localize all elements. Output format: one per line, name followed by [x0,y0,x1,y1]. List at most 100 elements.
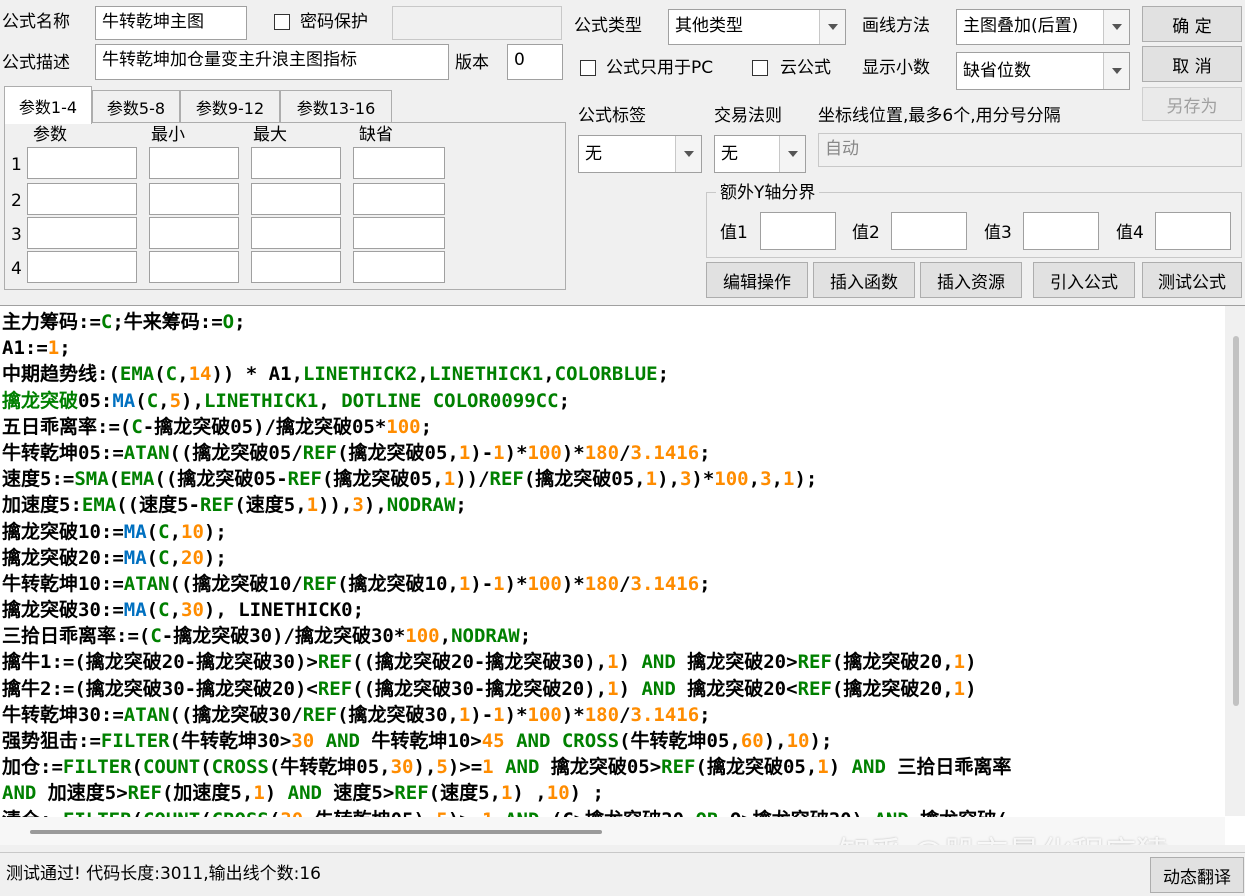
code-line[interactable]: AND 加速度5>REF(加速度5,1) AND 速度5>REF(速度5,1) … [2,780,1224,806]
draw-method-select[interactable]: 主图叠加(后置) [956,9,1130,45]
pc-only-checkbox[interactable] [580,60,596,76]
version-label: 版本 [455,53,489,73]
formula-tag-select[interactable]: 无 [578,135,702,173]
chevron-down-icon[interactable] [675,136,701,172]
code-line[interactable]: 中期趋势线:(EMA(C,14)) * A1,LINETHICK2,LINETH… [2,361,1224,387]
tab-params-13-16[interactable]: 参数13-16 [280,90,392,122]
value3-label: 值3 [984,223,1012,243]
status-bar: 测试通过! 代码长度:3011,输出线个数:16 动态翻译 [0,852,1245,896]
code-line[interactable]: 擒牛2:=(擒龙突破30-擒龙突破20)<REF((擒龙突破30-擒龙突破20)… [2,676,1224,702]
code-editor[interactable]: 主力筹码:=C;牛来筹码:=O; A1:=1; 中期趋势线:(EMA(C,14)) … [0,305,1245,845]
param-default-input[interactable] [353,251,445,283]
chevron-down-icon[interactable] [819,10,845,44]
save-as-button[interactable]: 另存为 [1142,87,1242,121]
param-max-input[interactable] [251,147,341,179]
param-min-input[interactable] [149,251,239,283]
coord-lines-label: 坐标线位置,最多6个,用分号分隔 [818,106,1061,126]
param-row-number: 1 [11,155,22,175]
tab-params-5-8[interactable]: 参数5-8 [92,90,180,122]
password-label: 密码保护 [300,12,368,32]
param-name-input[interactable] [27,147,137,179]
value2-label: 值2 [852,223,880,243]
code-line[interactable]: 五日乖离率:=(C-擒龙突破05)/擒龙突破05*100; [2,414,1224,440]
cloud-formula-checkbox[interactable] [752,60,768,76]
code-line[interactable]: 加仓:=FILTER(COUNT(CROSS(牛转乾坤05,30),5)>=1 … [2,754,1224,780]
formula-type-select[interactable]: 其他类型 [668,9,846,45]
scrollbar-thumb[interactable] [1233,336,1239,706]
param-max-input[interactable] [251,217,341,249]
code-line[interactable]: 牛转乾坤30:=ATAN((擒龙突破30/REF(擒龙突破30,1)-1)*10… [2,702,1224,728]
password-input[interactable] [392,6,562,40]
test-formula-button[interactable]: 测试公式 [1142,262,1242,298]
param-min-input[interactable] [149,217,239,249]
formula-name-label: 公式名称 [2,12,70,32]
param-max-input[interactable] [251,251,341,283]
cloud-formula-label: 云公式 [780,58,831,78]
code-line[interactable]: 牛转乾坤10:=ATAN((擒龙突破10/REF(擒龙突破10,1)-1)*10… [2,571,1224,597]
vertical-scrollbar[interactable] [1225,306,1245,816]
param-col-header: 参数 [33,125,67,145]
decimals-label: 显示小数 [862,58,930,78]
code-line[interactable]: 加速度5:EMA((速度5-REF(速度5,1)),3),NODRAW; [2,492,1224,518]
tab-params-9-12[interactable]: 参数9-12 [180,90,280,122]
param-min-input[interactable] [149,183,239,215]
trade-rule-label: 交易法则 [714,106,782,126]
chevron-down-icon[interactable] [779,136,805,172]
trade-rule-value: 无 [721,144,738,164]
chevron-down-icon[interactable] [1103,10,1129,44]
draw-method-label: 画线方法 [862,16,930,36]
param-min-input[interactable] [149,147,239,179]
insert-function-button[interactable]: 插入函数 [813,262,915,298]
formula-tag-label: 公式标签 [578,106,646,126]
code-line[interactable]: 三拾日乖离率:=(C-擒龙突破30)/擒龙突破30*100,NODRAW; [2,623,1224,649]
param-row-number: 3 [11,225,22,245]
param-col-header: 缺省 [359,125,393,145]
code-line[interactable]: 擒龙突破05:MA(C,5),LINETHICK1, DOTLINE COLOR… [2,388,1224,414]
param-col-header: 最小 [151,125,185,145]
ok-button[interactable]: 确 定 [1142,6,1242,42]
insert-resource-button[interactable]: 插入资源 [920,262,1022,298]
dynamic-translate-button[interactable]: 动态翻译 [1150,857,1244,893]
edit-operation-button[interactable]: 编辑操作 [706,262,808,298]
code-line[interactable]: A1:=1; [2,335,1224,361]
code-line[interactable]: 擒龙突破30:=MA(C,30), LINETHICK0; [2,597,1224,623]
value3-input[interactable] [1023,212,1099,250]
trade-rule-select[interactable]: 无 [714,135,806,173]
param-name-input[interactable] [27,217,137,249]
scrollbar-thumb[interactable] [30,830,602,834]
value1-label: 值1 [720,223,748,243]
chevron-down-icon[interactable] [1103,53,1129,89]
param-name-input[interactable] [27,183,137,215]
watermark: 知乎 @股市量化程序猿 [838,828,1168,845]
formula-desc-label: 公式描述 [2,53,70,73]
value4-input[interactable] [1155,212,1231,250]
param-max-input[interactable] [251,183,341,215]
tab-params-1-4[interactable]: 参数1-4 [4,86,92,124]
version-input[interactable]: 0 [507,44,563,80]
code-text[interactable]: 主力筹码:=C;牛来筹码:=O; A1:=1; 中期趋势线:(EMA(C,14)) … [2,309,1224,819]
value2-input[interactable] [891,212,967,250]
cancel-button[interactable]: 取 消 [1142,46,1242,82]
code-line[interactable]: 擒龙突破20:=MA(C,20); [2,545,1224,571]
code-line[interactable]: 擒龙突破10:=MA(C,10); [2,519,1224,545]
value1-input[interactable] [760,212,836,250]
import-formula-button[interactable]: 引入公式 [1033,262,1135,298]
coord-lines-input[interactable]: 自动 [818,133,1242,167]
decimals-select[interactable]: 缺省位数 [956,52,1130,90]
code-line[interactable]: 主力筹码:=C;牛来筹码:=O; [2,309,1224,335]
formula-name-input[interactable]: 牛转乾坤主图 [95,6,247,40]
value4-label: 值4 [1116,223,1144,243]
draw-method-value: 主图叠加(后置) [963,16,1079,36]
param-default-input[interactable] [353,217,445,249]
param-default-input[interactable] [353,183,445,215]
code-line[interactable]: 擒牛1:=(擒龙突破20-擒龙突破30)>REF((擒龙突破20-擒龙突破30)… [2,649,1224,675]
param-col-header: 最大 [253,125,287,145]
param-default-input[interactable] [353,147,445,179]
code-line[interactable]: 速度5:=SMA(EMA((擒龙突破05-REF(擒龙突破05,1))/REF(… [2,466,1224,492]
decimals-value: 缺省位数 [963,61,1031,81]
param-name-input[interactable] [27,251,137,283]
code-line[interactable]: 强势狙击:=FILTER(牛转乾坤30>30 AND 牛转乾坤10>45 AND… [2,728,1224,754]
code-line[interactable]: 牛转乾坤05:=ATAN((擒龙突破05/REF(擒龙突破05,1)-1)*10… [2,440,1224,466]
formula-desc-input[interactable]: 牛转乾坤加仓量变主升浪主图指标 [95,44,449,80]
password-checkbox[interactable] [274,14,290,30]
